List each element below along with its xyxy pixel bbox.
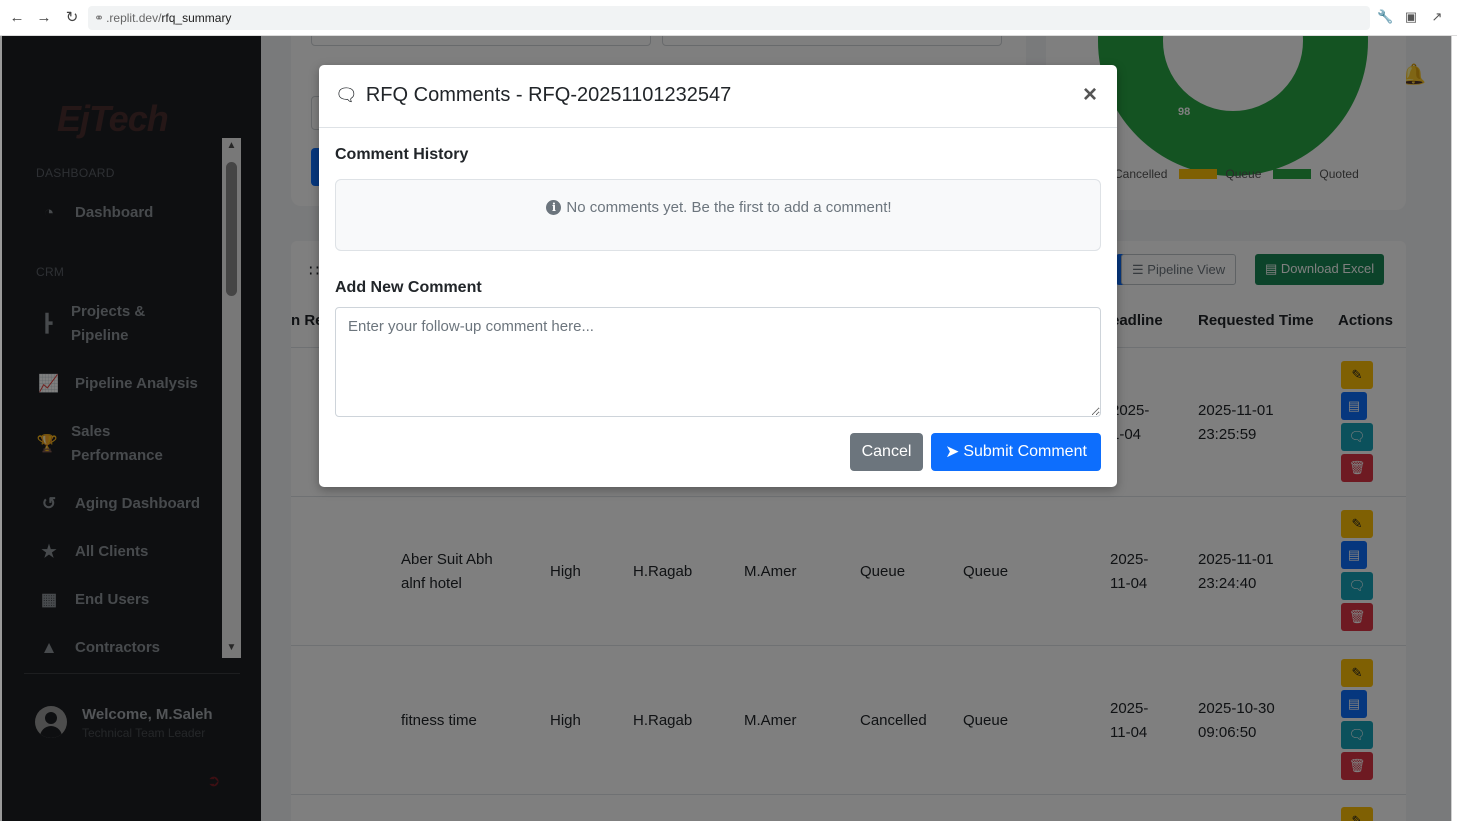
wrench-icon[interactable]: 🔧	[1377, 9, 1393, 25]
comment-history-title: Comment History	[335, 146, 469, 163]
close-button[interactable]: ×	[1083, 83, 1097, 107]
paper-plane-icon: ➤	[945, 442, 960, 461]
modal-title-text: RFQ Comments - RFQ-20251101232547	[365, 84, 732, 106]
cancel-button[interactable]: Cancel	[850, 433, 923, 471]
back-icon[interactable]: ←	[8, 9, 26, 27]
reload-icon[interactable]: ↻	[63, 9, 81, 27]
window-border	[1451, 36, 1457, 821]
rfq-comments-modal: 🗨 RFQ Comments - RFQ-20251101232547 × Co…	[319, 65, 1117, 487]
modal-title: 🗨 RFQ Comments - RFQ-20251101232547	[335, 84, 731, 107]
empty-comments-message: i No comments yet. Be the first to add a…	[336, 199, 1102, 216]
comments-icon: 🗨	[335, 85, 358, 105]
info-icon: i	[546, 200, 562, 215]
submit-comment-button[interactable]: ➤ Submit Comment	[931, 433, 1101, 471]
empty-message-text: No comments yet. Be the first to add a c…	[566, 199, 892, 216]
modal-header: 🗨 RFQ Comments - RFQ-20251101232547 ×	[319, 65, 1117, 128]
url-domain: .replit.dev/	[106, 11, 162, 25]
comment-history-box: i No comments yet. Be the first to add a…	[335, 179, 1101, 251]
link-icon: ⚭	[94, 11, 105, 25]
devices-icon[interactable]: ▣	[1403, 9, 1419, 25]
external-link-icon[interactable]: ↗	[1429, 9, 1445, 25]
submit-comment-label: Submit Comment	[963, 443, 1087, 460]
add-comment-title: Add New Comment	[335, 279, 482, 296]
forward-icon[interactable]: →	[35, 9, 53, 27]
url-path: rfq_summary	[161, 11, 232, 25]
browser-toolbar: ← → ↻ ⚭ .replit.dev/rfq_summary 🔧 ▣ ↗	[0, 0, 1457, 36]
comment-textarea[interactable]	[335, 307, 1101, 417]
address-bar[interactable]: ⚭ .replit.dev/rfq_summary	[88, 6, 1370, 30]
